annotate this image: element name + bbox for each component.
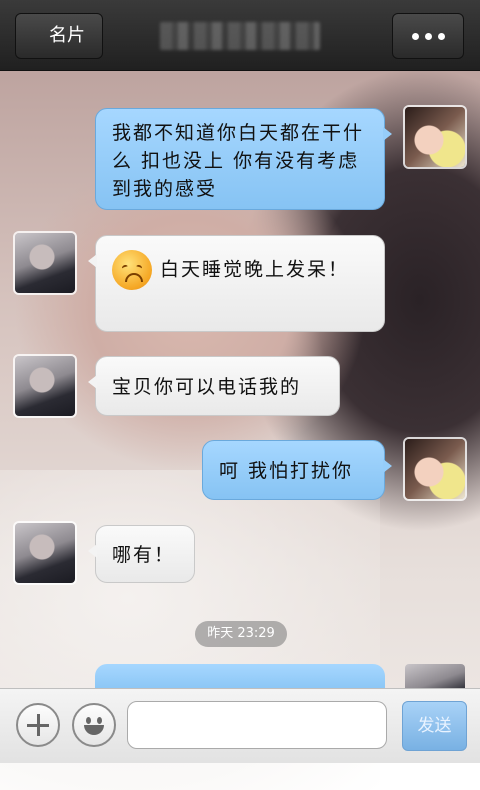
ellipsis-icon xyxy=(424,32,432,40)
ellipsis-icon xyxy=(411,32,419,40)
message-text: 哪有！ xyxy=(112,544,176,566)
sad-face-emoji-icon xyxy=(112,250,152,290)
plus-icon[interactable] xyxy=(16,703,60,747)
message-text: 我都不知道你白天都在干什么 扣也没上 你有没有考虑到我的感受 xyxy=(112,122,365,200)
input-bar: 发送 xyxy=(0,688,480,763)
my-avatar[interactable] xyxy=(405,107,465,167)
top-bar: 名片 xyxy=(0,0,480,71)
message-bubble-outgoing[interactable]: 呵 我怕打扰你 xyxy=(202,440,392,500)
message-bubble-outgoing[interactable]: 我都不知道你白天都在干什么 扣也没上 你有没有考虑到我的感受 xyxy=(95,108,392,210)
contact-name-title xyxy=(160,22,320,50)
contact-avatar[interactable] xyxy=(15,523,75,583)
message-bubble-incoming[interactable]: 白天睡觉晚上发呆！ xyxy=(88,235,385,332)
send-button[interactable]: 发送 xyxy=(402,701,467,751)
contact-avatar[interactable] xyxy=(405,664,465,690)
message-bubble-incoming[interactable]: 哪有！ xyxy=(88,525,195,583)
message-text: 呵 我怕打扰你 xyxy=(219,460,354,482)
message-bubble-incoming[interactable]: 宝贝你可以电话我的 xyxy=(88,356,340,416)
smiley-icon[interactable] xyxy=(72,703,116,747)
contact-avatar[interactable] xyxy=(15,233,75,293)
my-avatar[interactable] xyxy=(405,439,465,499)
back-button-label: 名片 xyxy=(49,25,85,46)
back-button[interactable]: 名片 xyxy=(15,13,103,59)
more-button[interactable] xyxy=(392,13,464,59)
timestamp: 昨天 23:29 xyxy=(195,621,287,647)
message-text: 白天睡觉晚上发呆！ xyxy=(160,258,350,281)
message-text: 宝贝你可以电话我的 xyxy=(112,376,302,398)
contact-avatar[interactable] xyxy=(15,356,75,416)
message-input[interactable] xyxy=(127,701,387,749)
ellipsis-icon xyxy=(437,32,445,40)
